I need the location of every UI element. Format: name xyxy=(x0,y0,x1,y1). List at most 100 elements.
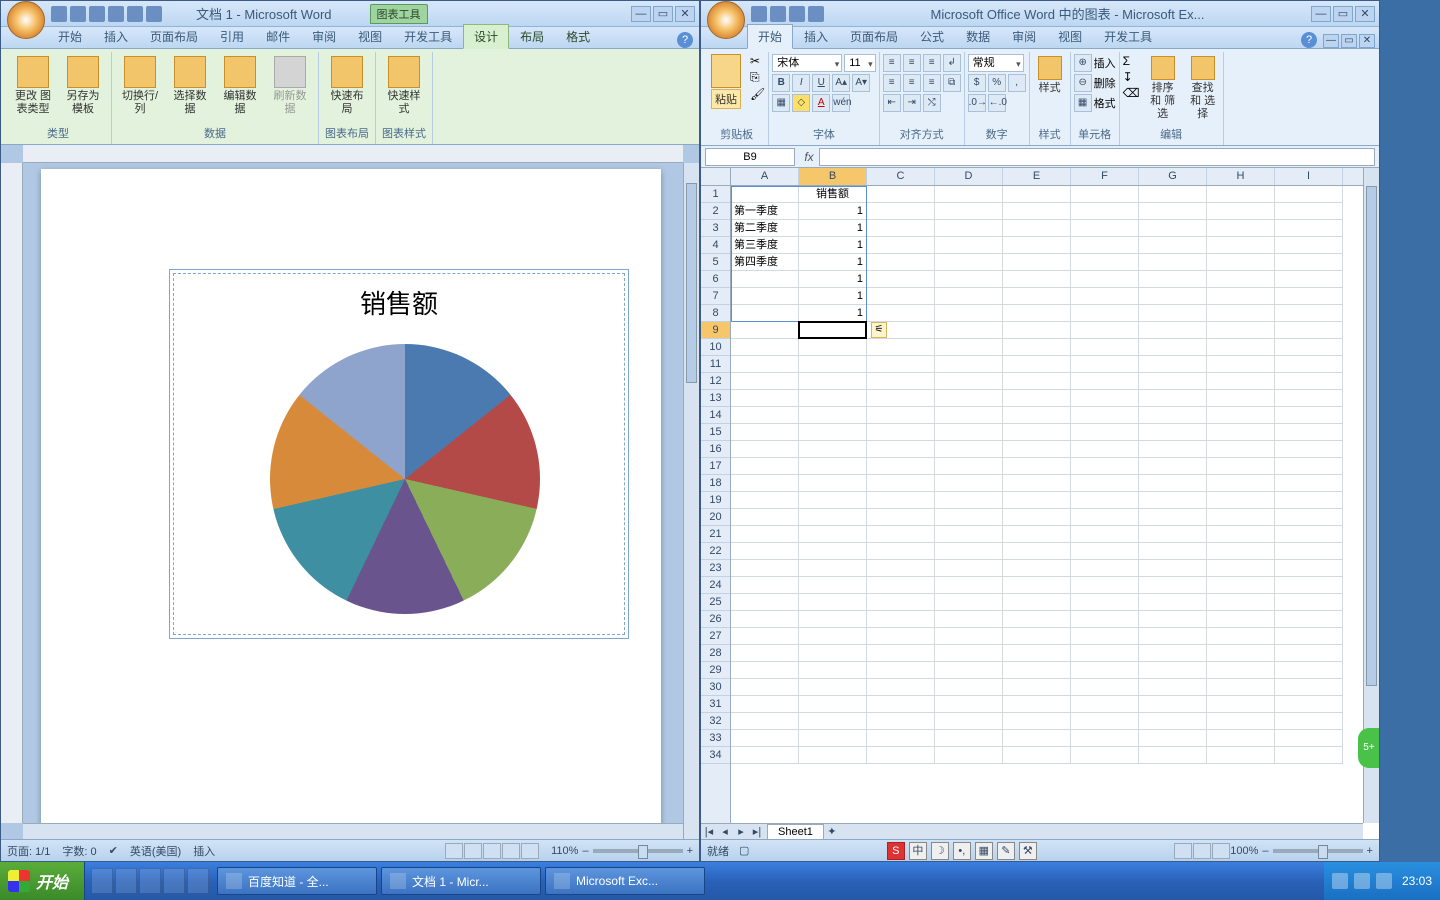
cell-D11[interactable] xyxy=(935,356,1003,373)
zoom-slider[interactable] xyxy=(1273,849,1363,853)
cell-E11[interactable] xyxy=(1003,356,1071,373)
cell-F9[interactable] xyxy=(1071,322,1139,339)
cell-D32[interactable] xyxy=(935,713,1003,730)
cell-I20[interactable] xyxy=(1275,509,1343,526)
cell-G5[interactable] xyxy=(1139,254,1207,271)
cell-I5[interactable] xyxy=(1275,254,1343,271)
cell-G11[interactable] xyxy=(1139,356,1207,373)
ime-punct-icon[interactable]: •, xyxy=(953,842,971,860)
cell-E21[interactable] xyxy=(1003,526,1071,543)
cell-D23[interactable] xyxy=(935,560,1003,577)
cell-H24[interactable] xyxy=(1207,577,1275,594)
cell-I25[interactable] xyxy=(1275,594,1343,611)
tab-chart-format[interactable]: 格式 xyxy=(555,24,601,48)
cell-H6[interactable] xyxy=(1207,271,1275,288)
cell-I29[interactable] xyxy=(1275,662,1343,679)
cell-G28[interactable] xyxy=(1139,645,1207,662)
horizontal-ruler[interactable] xyxy=(23,145,683,163)
cell-D16[interactable] xyxy=(935,441,1003,458)
cell-I3[interactable] xyxy=(1275,220,1343,237)
cell-H32[interactable] xyxy=(1207,713,1275,730)
cell-D1[interactable] xyxy=(935,186,1003,203)
cell-D2[interactable] xyxy=(935,203,1003,220)
column-header-D[interactable]: D xyxy=(935,168,1003,185)
cell-C33[interactable] xyxy=(867,730,935,747)
format-cells-label[interactable]: 格式 xyxy=(1094,95,1116,111)
row-header-12[interactable]: 12 xyxy=(701,373,730,390)
row-header-10[interactable]: 10 xyxy=(701,339,730,356)
find-select-button[interactable]: 查找和 选择 xyxy=(1186,54,1220,123)
edit-data-button[interactable]: 编辑数据 xyxy=(218,54,262,118)
cell-H18[interactable] xyxy=(1207,475,1275,492)
row-header-18[interactable]: 18 xyxy=(701,475,730,492)
view-page-layout[interactable] xyxy=(1193,843,1211,859)
cell-I19[interactable] xyxy=(1275,492,1343,509)
cell-C8[interactable] xyxy=(867,305,935,322)
cell-A33[interactable] xyxy=(731,730,799,747)
row-header-22[interactable]: 22 xyxy=(701,543,730,560)
fill-button[interactable]: ↧ xyxy=(1123,70,1140,84)
tab-developer[interactable]: 开发工具 xyxy=(393,24,463,48)
formula-input[interactable] xyxy=(819,148,1375,166)
cell-G32[interactable] xyxy=(1139,713,1207,730)
cell-C22[interactable] xyxy=(867,543,935,560)
cell-E13[interactable] xyxy=(1003,390,1071,407)
cell-B20[interactable] xyxy=(799,509,867,526)
cell-H4[interactable] xyxy=(1207,237,1275,254)
cell-C11[interactable] xyxy=(867,356,935,373)
cell-H30[interactable] xyxy=(1207,679,1275,696)
cell-F22[interactable] xyxy=(1071,543,1139,560)
cell-G15[interactable] xyxy=(1139,424,1207,441)
cell-C29[interactable] xyxy=(867,662,935,679)
save-as-template-button[interactable]: 另存为 模板 xyxy=(61,54,105,118)
row-header-26[interactable]: 26 xyxy=(701,611,730,628)
cell-G2[interactable] xyxy=(1139,203,1207,220)
cell-G30[interactable] xyxy=(1139,679,1207,696)
cell-E22[interactable] xyxy=(1003,543,1071,560)
cell-D30[interactable] xyxy=(935,679,1003,696)
tab-mailings[interactable]: 邮件 xyxy=(255,24,301,48)
minimize-button[interactable]: ― xyxy=(631,6,651,22)
zoom-slider[interactable] xyxy=(593,849,683,853)
tab-review[interactable]: 审阅 xyxy=(1001,24,1047,48)
column-header-I[interactable]: I xyxy=(1275,168,1343,185)
cell-D8[interactable] xyxy=(935,305,1003,322)
cell-C10[interactable] xyxy=(867,339,935,356)
bold-button[interactable]: B xyxy=(772,74,790,92)
quick-style-button[interactable]: 快速样式 xyxy=(382,54,426,118)
sort-filter-button[interactable]: 排序和 筛选 xyxy=(1146,54,1180,123)
status-wordcount[interactable]: 字数: 0 xyxy=(62,843,96,859)
zoom-level[interactable]: 100% xyxy=(1230,845,1258,857)
cell-B8[interactable]: 1 xyxy=(799,305,867,322)
cell-F5[interactable] xyxy=(1071,254,1139,271)
row-header-2[interactable]: 2 xyxy=(701,203,730,220)
cell-G4[interactable] xyxy=(1139,237,1207,254)
ql-browser-icon[interactable] xyxy=(115,868,137,894)
cell-H10[interactable] xyxy=(1207,339,1275,356)
cell-A16[interactable] xyxy=(731,441,799,458)
cell-F23[interactable] xyxy=(1071,560,1139,577)
pie-chart[interactable] xyxy=(270,344,540,614)
column-header-C[interactable]: C xyxy=(867,168,935,185)
office-button-excel[interactable] xyxy=(707,1,745,39)
cell-G9[interactable] xyxy=(1139,322,1207,339)
cell-A4[interactable]: 第三季度 xyxy=(731,237,799,254)
cell-I12[interactable] xyxy=(1275,373,1343,390)
cell-D18[interactable] xyxy=(935,475,1003,492)
cell-A25[interactable] xyxy=(731,594,799,611)
merge-center-button[interactable]: ⧉ xyxy=(943,74,961,92)
autofill-options-icon[interactable]: ⚟ xyxy=(871,322,887,338)
ime-lang[interactable]: 中 xyxy=(909,842,927,860)
cell-I13[interactable] xyxy=(1275,390,1343,407)
cell-H27[interactable] xyxy=(1207,628,1275,645)
cell-B19[interactable] xyxy=(799,492,867,509)
cell-E27[interactable] xyxy=(1003,628,1071,645)
help-icon[interactable]: ? xyxy=(677,32,693,48)
cell-A13[interactable] xyxy=(731,390,799,407)
wb-close[interactable]: ✕ xyxy=(1359,34,1375,48)
cell-B31[interactable] xyxy=(799,696,867,713)
tab-references[interactable]: 引用 xyxy=(209,24,255,48)
tab-insert[interactable]: 插入 xyxy=(793,24,839,48)
percent-button[interactable]: % xyxy=(988,74,1006,92)
cell-D29[interactable] xyxy=(935,662,1003,679)
